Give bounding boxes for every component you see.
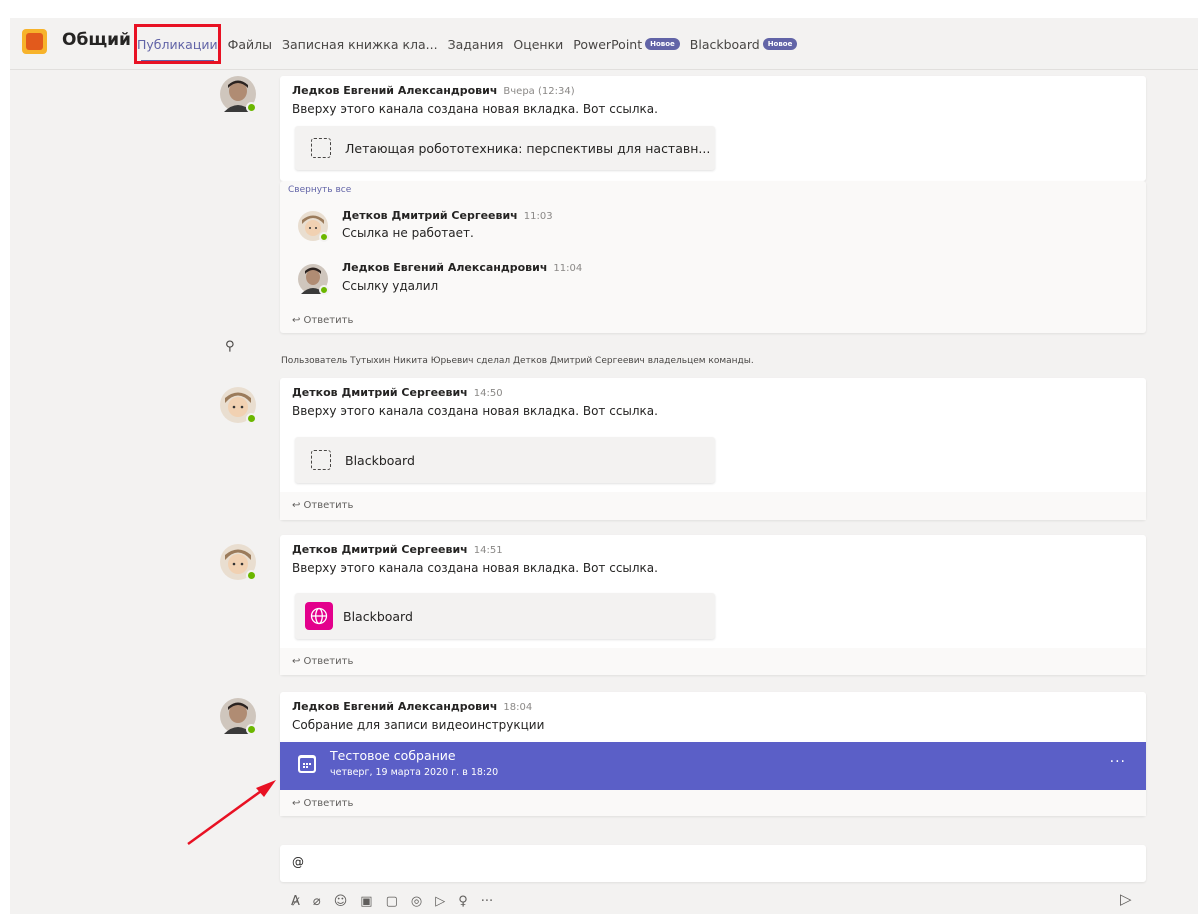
avatar[interactable]	[220, 76, 257, 113]
emoji-icon[interactable]: ☺	[334, 894, 348, 909]
more-options-button[interactable]: ···	[481, 894, 493, 909]
avatar[interactable]	[220, 544, 257, 581]
message-author[interactable]: Ледков Евгений Александрович	[292, 700, 497, 713]
new-badge: Новое	[645, 38, 680, 50]
collapse-all-link[interactable]: Свернуть все	[288, 185, 351, 195]
tab-assignments[interactable]: Задания	[448, 18, 504, 70]
tab-class-notebook[interactable]: Записная книжка кла...	[282, 18, 438, 70]
avatar[interactable]	[220, 387, 257, 424]
reply-button[interactable]: ↩ Ответить	[292, 315, 353, 326]
format-icon[interactable]: A̷	[291, 894, 300, 909]
compose-toolbar: A̷ ⌀ ☺ ▣ ▢ ◎ ▷ ♀ ···	[280, 890, 1146, 912]
presence-available-icon	[246, 724, 257, 735]
reply-button[interactable]: ↩ Ответить	[292, 656, 353, 667]
channel-name: Общий	[62, 30, 131, 50]
stream-icon[interactable]: ▷	[435, 894, 445, 909]
new-badge: Новое	[762, 38, 798, 50]
reply-thread: Свернуть все Детков Дмитрий Сергеевич 11:…	[280, 181, 1146, 333]
avatar[interactable]	[298, 211, 329, 242]
avatar[interactable]	[220, 698, 257, 735]
reply-button[interactable]: ↩ Ответить	[292, 798, 353, 809]
presence-available-icon	[246, 102, 257, 113]
presence-available-icon	[319, 285, 329, 295]
tab-link-card[interactable]: Летающая робототехника: перспективы для …	[295, 126, 715, 170]
compose-input[interactable]: @	[292, 855, 304, 869]
compose-box[interactable]: @	[280, 845, 1146, 882]
lightbulb-icon: ⚲	[225, 339, 235, 354]
calendar-icon	[298, 755, 316, 773]
message-author[interactable]: Детков Дмитрий Сергеевич	[292, 543, 468, 556]
tab-placeholder-icon	[311, 450, 331, 470]
reply-author[interactable]: Ледков Евгений Александрович	[342, 261, 547, 274]
reply-text: Ссылка не работает.	[342, 226, 474, 240]
tab-powerpoint[interactable]: PowerPoint Новое	[573, 18, 680, 70]
reply-button[interactable]: ↩ Ответить	[292, 500, 353, 511]
teams-window: Общий Публикации Файлы Записная книжка к…	[10, 18, 1198, 914]
message-author[interactable]: Ледков Евгений Александрович	[292, 84, 497, 97]
message-card: Детков Дмитрий Сергеевич 14:50 Вверху это…	[280, 378, 1146, 520]
message-text: Собрание для записи видеоинструкции	[292, 718, 545, 732]
paperclip-icon[interactable]: ⌀	[313, 894, 321, 909]
reply-author[interactable]: Детков Дмитрий Сергеевич	[342, 209, 518, 222]
message-text: Вверху этого канала создана новая вкладк…	[292, 404, 658, 418]
message-card: Ледков Евгений Александрович Вчера (12:34…	[280, 76, 1146, 181]
reply-time: 11:04	[553, 263, 583, 274]
highlight-box	[134, 24, 221, 64]
tab-files[interactable]: Файлы	[228, 18, 272, 70]
tab-blackboard[interactable]: Blackboard Новое	[690, 18, 798, 70]
link-title: Летающая робототехника: перспективы для …	[345, 140, 711, 156]
reply-text: Ссылку удалил	[342, 279, 439, 293]
message-time: 14:50	[473, 388, 503, 399]
link-title: Blackboard	[345, 452, 415, 468]
sticker-icon[interactable]: ▢	[386, 894, 398, 909]
meeting-title: Тестовое собрание	[330, 748, 456, 763]
more-options-button[interactable]: ···	[1110, 754, 1126, 770]
praise-icon[interactable]: ♀	[458, 894, 468, 909]
presence-available-icon	[246, 413, 257, 424]
meeting-date: четверг, 19 марта 2020 г. в 18:20	[330, 767, 499, 778]
reply-time: 11:03	[523, 211, 553, 222]
link-title: Blackboard	[343, 608, 413, 624]
message-author[interactable]: Детков Дмитрий Сергеевич	[292, 386, 468, 399]
message-time: Вчера (12:34)	[503, 86, 575, 97]
meeting-card[interactable]: Тестовое собрание четверг, 19 марта 2020…	[280, 742, 1146, 790]
channel-tabs: Публикации Файлы Записная книжка кла... …	[137, 18, 807, 70]
team-icon[interactable]	[22, 29, 47, 54]
send-icon[interactable]: ▷	[1120, 890, 1132, 908]
presence-available-icon	[319, 232, 329, 242]
message-time: 14:51	[473, 545, 503, 556]
avatar[interactable]	[298, 264, 329, 295]
tab-placeholder-icon	[311, 138, 331, 158]
message-time: 18:04	[503, 702, 533, 713]
globe-icon	[305, 602, 333, 630]
website-link-card[interactable]: Blackboard	[295, 593, 715, 639]
message-text: Вверху этого канала создана новая вкладк…	[292, 561, 658, 575]
message-text: Вверху этого канала создана новая вкладк…	[292, 102, 658, 116]
presence-available-icon	[246, 570, 257, 581]
message-card: Ледков Евгений Александрович 18:04 Собран…	[280, 692, 1146, 816]
tab-grades[interactable]: Оценки	[513, 18, 563, 70]
tab-link-card[interactable]: Blackboard	[295, 437, 715, 483]
meet-now-icon[interactable]: ◎	[411, 894, 422, 909]
message-card: Детков Дмитрий Сергеевич 14:51 Вверху это…	[280, 535, 1146, 675]
gif-icon[interactable]: ▣	[360, 894, 372, 909]
system-message: Пользователь Тутыхин Никита Юрьевич сдел…	[281, 356, 754, 366]
